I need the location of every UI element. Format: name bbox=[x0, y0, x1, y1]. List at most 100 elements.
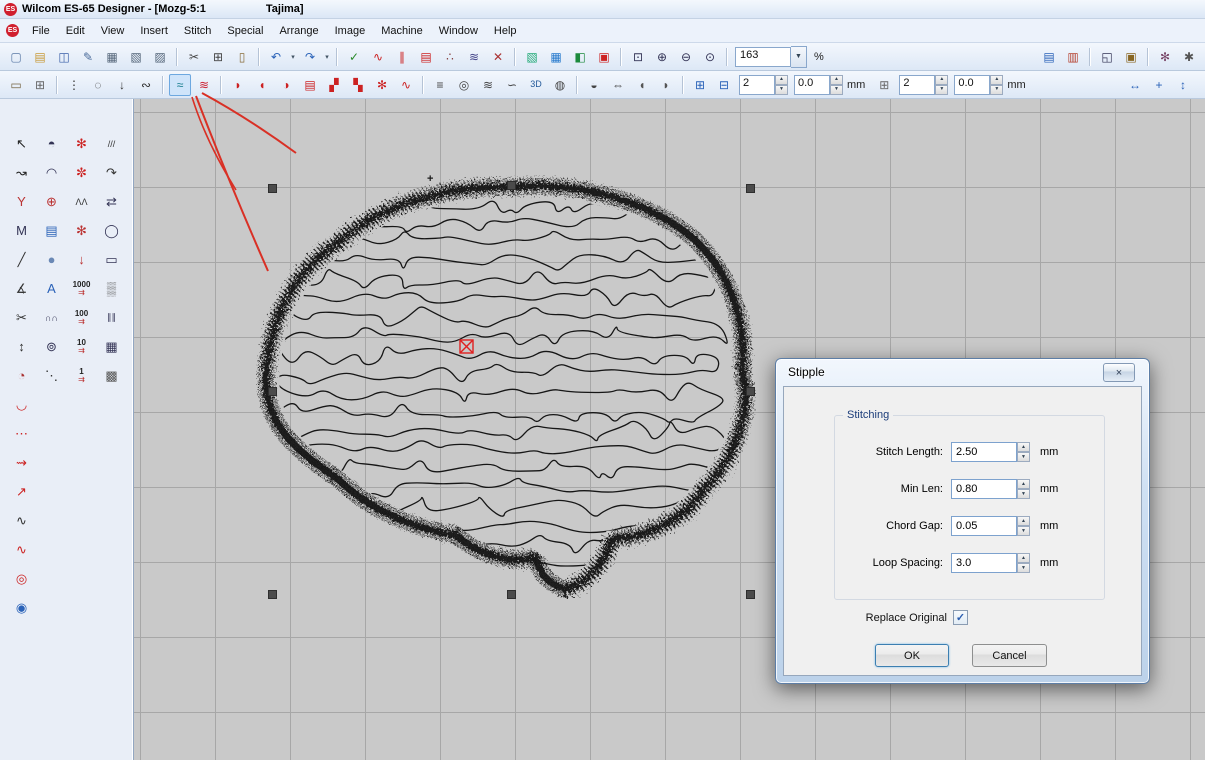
fan-tool[interactable]: ◔ bbox=[9, 361, 35, 390]
spin-down-icon[interactable]: ▼ bbox=[990, 85, 1003, 95]
bead-a-icon[interactable]: ◖ bbox=[631, 74, 653, 96]
cut-icon[interactable]: ✂ bbox=[183, 46, 205, 68]
show-grid-ref-icon[interactable]: ⊞ bbox=[29, 74, 51, 96]
flip-tool[interactable]: ⇄ bbox=[99, 187, 125, 216]
stipple-backstitch-icon[interactable]: ≋ bbox=[193, 74, 215, 96]
move-all-icon[interactable]: + bbox=[1148, 74, 1170, 96]
menu-item-file[interactable]: File bbox=[24, 22, 58, 40]
grid-a-icon[interactable]: ⊞ bbox=[689, 74, 711, 96]
stepper-value[interactable]: 2 bbox=[739, 75, 775, 95]
motif-fill-icon[interactable]: ∴ bbox=[439, 46, 461, 68]
zigzag-n-red-tool[interactable]: ∿ bbox=[9, 535, 35, 564]
selection-handle[interactable] bbox=[507, 181, 516, 190]
flower-a-tool[interactable]: ✻ bbox=[69, 129, 95, 158]
globe-grid-tool[interactable]: ⊚ bbox=[39, 332, 65, 361]
menu-item-special[interactable]: Special bbox=[219, 22, 271, 40]
redo-icon[interactable]: ↷ bbox=[299, 46, 321, 68]
chord-gap-input[interactable] bbox=[951, 516, 1017, 536]
spin-down-icon[interactable]: ▼ bbox=[1017, 563, 1030, 573]
spin-up-icon[interactable]: ▲ bbox=[775, 75, 788, 85]
monogram-tool[interactable]: M bbox=[9, 216, 35, 245]
zigzag-icon[interactable]: ∿ bbox=[367, 46, 389, 68]
sculpt-icon[interactable]: ◍ bbox=[549, 74, 571, 96]
spin-down-icon[interactable]: ▼ bbox=[935, 85, 948, 95]
export-icon[interactable]: ✎ bbox=[77, 46, 99, 68]
menu-item-window[interactable]: Window bbox=[431, 22, 486, 40]
zoom-box-icon[interactable]: ⊡ bbox=[627, 46, 649, 68]
stipple-run-icon[interactable]: ≈ bbox=[169, 74, 191, 96]
select-tool[interactable]: ↖ bbox=[9, 129, 35, 158]
columns-tool[interactable]: ∥∥ bbox=[99, 303, 125, 332]
dropdown-arrow-icon[interactable]: ▾ bbox=[288, 47, 298, 67]
selection-handle[interactable] bbox=[746, 590, 755, 599]
copy-icon[interactable]: ⊞ bbox=[207, 46, 229, 68]
flexi-split-icon[interactable]: ▚ bbox=[347, 74, 369, 96]
flower-b-tool[interactable]: ✼ bbox=[69, 158, 95, 187]
undo-icon[interactable]: ↶ bbox=[265, 46, 287, 68]
print-preview-icon[interactable]: ▧ bbox=[125, 46, 147, 68]
radial-icon[interactable]: ✻ bbox=[371, 74, 393, 96]
team-tool[interactable]: ∩∩ bbox=[39, 303, 65, 332]
fuzzy-tool[interactable]: ▒ bbox=[99, 274, 125, 303]
satin-icon[interactable]: ∥ bbox=[391, 46, 413, 68]
ellipse-tool[interactable]: ◯ bbox=[99, 216, 125, 245]
zigzag-n-tool[interactable]: ∿ bbox=[9, 506, 35, 535]
zigzag-knife-tool[interactable]: ∡ bbox=[9, 274, 35, 303]
digitize-arc-tool[interactable]: ◠ bbox=[39, 158, 65, 187]
contour-fill-icon[interactable]: ≋ bbox=[463, 46, 485, 68]
show-hoop-icon[interactable]: ▭ bbox=[5, 74, 27, 96]
new-icon[interactable]: ▢ bbox=[5, 46, 27, 68]
connector-view-icon[interactable]: ∾ bbox=[135, 74, 157, 96]
pull-1000-tool[interactable]: 1000⇉ bbox=[69, 274, 95, 303]
nudge-tool[interactable]: ↕ bbox=[9, 332, 35, 361]
pattern-fill-icon[interactable]: ▦ bbox=[545, 46, 567, 68]
print-icon[interactable]: ▦ bbox=[101, 46, 123, 68]
color-blend-icon[interactable]: ◧ bbox=[569, 46, 591, 68]
satin-col-c-icon[interactable]: ◑ bbox=[275, 74, 297, 96]
menu-item-machine[interactable]: Machine bbox=[373, 22, 431, 40]
menu-item-edit[interactable]: Edit bbox=[58, 22, 93, 40]
spin-down-icon[interactable]: ▼ bbox=[830, 85, 843, 95]
spin-up-icon[interactable]: ▲ bbox=[830, 75, 843, 85]
zoom-out-icon[interactable]: ⊖ bbox=[675, 46, 697, 68]
pull-1-tool[interactable]: 1⇉ bbox=[69, 361, 95, 390]
bead-b-icon[interactable]: ◗ bbox=[655, 74, 677, 96]
selection-handle[interactable] bbox=[268, 590, 277, 599]
ok-button[interactable]: OK bbox=[875, 644, 949, 667]
globe-red-tool[interactable]: ⊕ bbox=[39, 187, 65, 216]
selection-handle[interactable] bbox=[268, 387, 277, 396]
save-icon[interactable]: ◫ bbox=[53, 46, 75, 68]
move-v-icon[interactable]: ↕ bbox=[1172, 74, 1194, 96]
checker-tool[interactable]: ▦ bbox=[99, 332, 125, 361]
reshape-wave-tool[interactable]: ↝ bbox=[9, 158, 35, 187]
options-icon[interactable]: ✱ bbox=[1178, 46, 1200, 68]
paste-icon[interactable]: ▯ bbox=[231, 46, 253, 68]
stitch-length-input[interactable] bbox=[951, 442, 1017, 462]
tatami-icon[interactable]: ▤ bbox=[299, 74, 321, 96]
flower-c-tool[interactable]: ✻ bbox=[69, 216, 95, 245]
dotted-curve-tool[interactable]: ⋯ bbox=[9, 419, 35, 448]
wave-icon[interactable]: ∽ bbox=[501, 74, 523, 96]
cross-stitch-icon[interactable]: ✕ bbox=[487, 46, 509, 68]
menu-item-image[interactable]: Image bbox=[327, 22, 374, 40]
spin-up-icon[interactable]: ▲ bbox=[990, 75, 1003, 85]
document-logo-icon[interactable]: ES bbox=[6, 24, 19, 37]
menu-item-view[interactable]: View bbox=[93, 22, 133, 40]
digitize-dome-tool[interactable]: ◓ bbox=[39, 129, 65, 158]
brain-stipple-design[interactable] bbox=[256, 175, 756, 599]
library-icon[interactable]: ▣ bbox=[1120, 46, 1142, 68]
show-grid-ref-icon[interactable]: ⊞ bbox=[873, 74, 895, 96]
pull-10-tool[interactable]: 10⇉ bbox=[69, 332, 95, 361]
knife-tool[interactable]: ╱ bbox=[9, 245, 35, 274]
needle-drop-tool[interactable]: ↓ bbox=[69, 245, 95, 274]
stepper-value[interactable]: 0.0 bbox=[794, 75, 830, 95]
florentine-icon[interactable]: ∿ bbox=[395, 74, 417, 96]
design-props-icon[interactable]: ▤ bbox=[1038, 46, 1060, 68]
zoom-dropdown-icon[interactable]: ▼ bbox=[791, 46, 807, 68]
fusion-fill-icon[interactable]: ▧ bbox=[521, 46, 543, 68]
lettering-tool[interactable]: A bbox=[39, 274, 65, 303]
spin-up-icon[interactable]: ▲ bbox=[1017, 516, 1030, 526]
zigzag-wm-tool[interactable]: ΛΛ bbox=[69, 187, 95, 216]
needle-view-icon[interactable]: ↓ bbox=[111, 74, 133, 96]
zoom-1x-icon[interactable]: ⊙ bbox=[699, 46, 721, 68]
